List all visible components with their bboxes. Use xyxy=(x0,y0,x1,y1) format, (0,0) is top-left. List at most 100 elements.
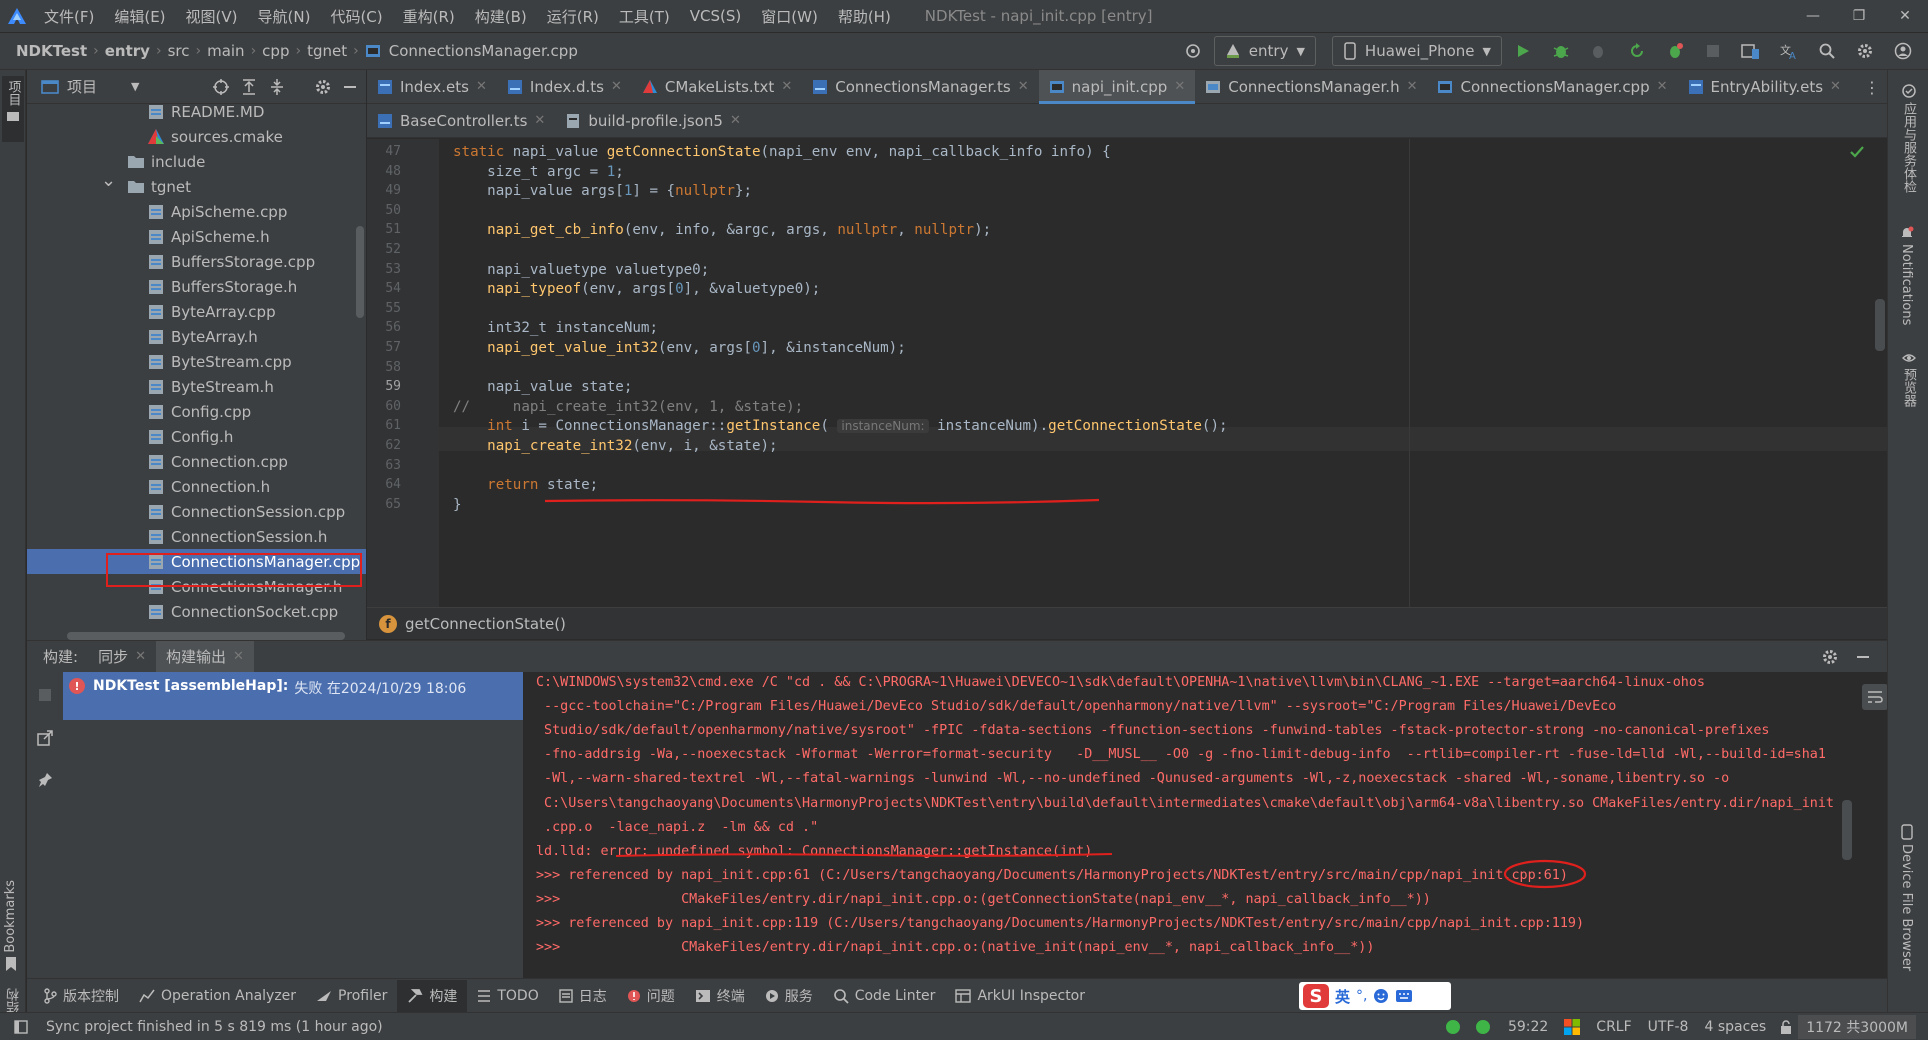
project-panel-title[interactable]: 项目 xyxy=(67,76,97,97)
connection-status-icon[interactable] xyxy=(1445,1019,1460,1034)
tool-window-button[interactable]: Code Linter xyxy=(823,988,946,1004)
tree-item[interactable]: ByteArray.cpp xyxy=(27,299,366,324)
tree-item[interactable]: ByteArray.h xyxy=(27,324,366,349)
tree-item[interactable]: Config.h xyxy=(27,424,366,449)
editor-tab[interactable]: ConnectionsManager.h ✕ xyxy=(1195,70,1427,104)
lock-icon[interactable] xyxy=(1780,1019,1792,1034)
collapse-all-icon[interactable] xyxy=(268,78,286,96)
tree-item[interactable]: ApiScheme.h xyxy=(27,224,366,249)
close-icon[interactable]: ✕ xyxy=(1657,79,1668,94)
account-icon[interactable] xyxy=(1886,34,1920,68)
menu-item[interactable]: VCS(S) xyxy=(680,7,751,25)
breadcrumb-item[interactable]: tgnet xyxy=(303,42,351,60)
menu-item[interactable]: 文件(F) xyxy=(34,6,104,27)
gear-icon[interactable] xyxy=(314,78,332,96)
close-icon[interactable]: ✕ xyxy=(135,649,146,664)
status-message[interactable]: Sync project finished in 5 s 819 ms (1 h… xyxy=(38,1019,391,1035)
tree-item[interactable]: ConnectionSession.cpp xyxy=(27,499,366,524)
cursor-position[interactable]: 59:22 xyxy=(1500,1019,1556,1035)
menu-item[interactable]: 构建(B) xyxy=(465,6,537,27)
run-icon[interactable] xyxy=(1506,34,1540,68)
run-config-select[interactable]: entry ▼ xyxy=(1213,36,1316,66)
breadcrumb-item[interactable]: cpp xyxy=(258,42,293,60)
editor-tab[interactable]: Index.ets ✕ xyxy=(367,70,497,104)
tool-window-button[interactable]: 构建 xyxy=(397,979,468,1012)
editor-scrollbar[interactable] xyxy=(1875,299,1885,351)
close-icon[interactable]: ✕ xyxy=(611,79,622,94)
locate-icon[interactable] xyxy=(212,78,230,96)
tool-window-button[interactable]: Profiler xyxy=(306,988,397,1004)
output-scrollbar[interactable] xyxy=(1842,800,1852,860)
notifications-tool-button[interactable]: Notifications xyxy=(1899,226,1914,325)
tree-scrollbar[interactable] xyxy=(356,226,364,318)
ime-indicator[interactable]: S 英 °, xyxy=(1299,982,1451,1010)
previewer-tool-button[interactable]: 预览器 xyxy=(1899,352,1918,407)
tool-window-button[interactable]: ArkUI Inspector xyxy=(945,988,1095,1004)
tool-window-button[interactable]: 日志 xyxy=(549,986,617,1006)
build-output[interactable]: C:\WINDOWS\system32\cmd.exe /C "cd . && … xyxy=(524,672,1860,978)
tree-item[interactable]: include xyxy=(27,149,366,174)
breadcrumb-item[interactable]: src xyxy=(164,42,194,60)
tool-window-button[interactable]: 版本控制 xyxy=(33,986,129,1006)
editor-tab[interactable]: build-profile.json5 ✕ xyxy=(555,104,751,138)
tool-window-button[interactable]: 终端 xyxy=(685,986,755,1006)
tree-item[interactable]: Connection.cpp xyxy=(27,449,366,474)
line-separator[interactable]: CRLF xyxy=(1588,1019,1639,1035)
tree-item[interactable]: BuffersStorage.cpp xyxy=(27,249,366,274)
tree-item[interactable]: README.MD xyxy=(27,104,366,124)
menu-item[interactable]: 帮助(H) xyxy=(828,6,901,27)
close-button[interactable]: ✕ xyxy=(1882,0,1928,32)
open-in-new-icon[interactable] xyxy=(37,730,53,746)
stop-build-icon[interactable] xyxy=(38,688,52,702)
stop-icon[interactable] xyxy=(1696,34,1730,68)
tool-window-button[interactable]: 服务 xyxy=(755,986,823,1006)
tree-item[interactable]: ApiScheme.cpp xyxy=(27,199,366,224)
editor-tab[interactable]: EntryAbility.ets ✕ xyxy=(1678,70,1851,104)
breadcrumb-item[interactable]: NDKTest xyxy=(12,42,91,60)
pin-icon[interactable] xyxy=(37,772,53,788)
device-manager-icon[interactable] xyxy=(1734,34,1768,68)
app-check-tool-button[interactable]: 应用与服务体检 xyxy=(1899,84,1918,193)
tree-item[interactable]: Connection.h xyxy=(27,474,366,499)
menu-item[interactable]: 工具(T) xyxy=(609,6,680,27)
horizontal-scrollbar[interactable] xyxy=(67,632,345,640)
sync-status-icon[interactable] xyxy=(1475,1019,1490,1034)
menu-item[interactable]: 重构(R) xyxy=(393,6,465,27)
breadcrumb-item[interactable]: entry xyxy=(101,42,154,60)
chevron-down-icon[interactable]: ▼ xyxy=(131,80,139,93)
editor-tab[interactable]: CMakeLists.txt ✕ xyxy=(632,70,802,104)
maximize-button[interactable]: ❐ xyxy=(1836,0,1882,32)
tree-item[interactable]: ⌄ tgnet xyxy=(27,170,366,199)
current-function-label[interactable]: getConnectionState() xyxy=(405,615,566,633)
tool-window-button[interactable]: Operation Analyzer xyxy=(129,988,306,1004)
close-icon[interactable]: ✕ xyxy=(534,113,545,128)
minimize-button[interactable]: — xyxy=(1790,0,1836,32)
expand-all-icon[interactable] xyxy=(240,78,258,96)
editor-tab[interactable]: Index.d.ts ✕ xyxy=(497,70,632,104)
tool-window-button[interactable]: TODO xyxy=(467,988,548,1004)
search-icon[interactable] xyxy=(1810,34,1844,68)
tool-window-button[interactable]: 问题 xyxy=(617,986,685,1006)
code-editor[interactable]: static napi_value getConnectionState(nap… xyxy=(439,139,1887,607)
gear-icon[interactable] xyxy=(1821,648,1839,666)
build-tab[interactable]: 构建输出 ✕ xyxy=(155,640,254,673)
file-encoding[interactable]: UTF-8 xyxy=(1640,1019,1697,1035)
menu-item[interactable]: 窗口(W) xyxy=(751,6,828,27)
project-tool-button[interactable]: 项目 xyxy=(2,76,24,142)
device-file-browser-tool-button[interactable]: Device File Browser xyxy=(1899,824,1914,971)
tree-item[interactable]: ByteStream.cpp xyxy=(27,349,366,374)
editor-tab[interactable]: ConnectionsManager.cpp ✕ xyxy=(1427,70,1677,104)
menu-item[interactable]: 视图(V) xyxy=(176,6,248,27)
device-select[interactable]: Huawei_Phone ▼ xyxy=(1331,36,1502,66)
build-task-row[interactable]: ! NDKTest [assembleHap]: 失败 在2024/10/29 … xyxy=(63,672,523,720)
settings-icon[interactable] xyxy=(1848,34,1882,68)
editor-tab[interactable]: BaseController.ts ✕ xyxy=(367,104,555,138)
editor-tab[interactable]: napi_init.cpp ✕ xyxy=(1038,69,1196,104)
chevron-down-icon[interactable]: ⌄ xyxy=(101,170,116,191)
tree-item[interactable]: ConnectionSession.h xyxy=(27,524,366,549)
menu-item[interactable]: 编辑(E) xyxy=(104,6,175,27)
menu-item[interactable]: 代码(C) xyxy=(320,6,392,27)
breadcrumb-item[interactable]: main xyxy=(203,42,248,60)
tree-item[interactable]: ByteStream.h xyxy=(27,374,366,399)
close-icon[interactable]: ✕ xyxy=(730,113,741,128)
